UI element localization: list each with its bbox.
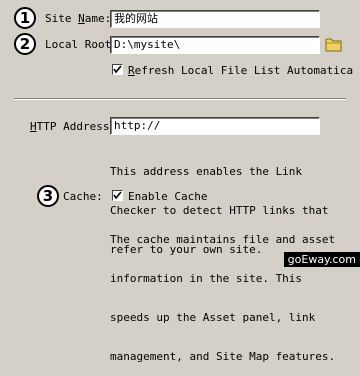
cache-label: Cache: (63, 190, 103, 203)
site-name-input[interactable]: 我的网站 (110, 10, 320, 28)
folder-icon[interactable] (325, 37, 343, 52)
refresh-checkbox[interactable] (112, 64, 123, 75)
local-root-input[interactable]: D:\mysite\ (110, 36, 320, 54)
step-1-badge: 1 (14, 7, 36, 29)
refresh-label[interactable]: Refresh Local File List Automatica (128, 64, 353, 77)
enable-cache-checkbox[interactable] (112, 190, 123, 201)
watermark: goEway.com (283, 252, 360, 267)
http-address-input[interactable]: http:// (110, 117, 320, 135)
cache-help-text: The cache maintains file and asset infor… (110, 233, 336, 363)
http-address-label: HTTP Address: (30, 120, 117, 133)
site-name-label: Site Name: (45, 12, 112, 25)
section-divider (14, 98, 346, 100)
local-root-label: Local Root (45, 38, 112, 51)
enable-cache-label[interactable]: Enable Cache (128, 190, 207, 203)
step-3-badge: 3 (37, 185, 59, 207)
step-2-badge: 2 (14, 33, 36, 55)
